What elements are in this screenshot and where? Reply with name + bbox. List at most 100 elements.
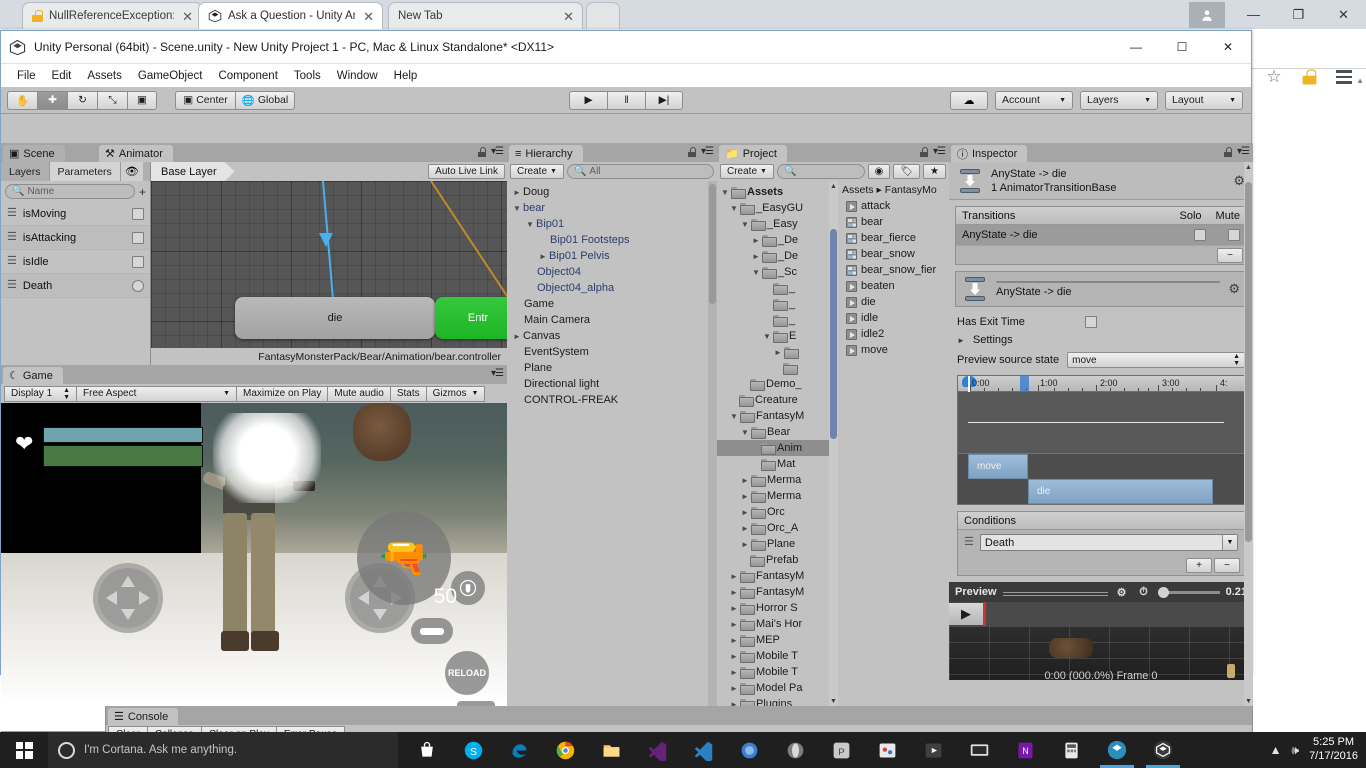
reload-button[interactable]: RELOAD xyxy=(445,651,489,695)
project-tree-row[interactable]: ► MEP xyxy=(717,632,829,648)
game-viewport[interactable]: ❤ RELOAD 🔫 50 xyxy=(1,403,507,706)
chevron-down-icon[interactable]: ▼ xyxy=(511,204,523,213)
hierarchy-item-bip01-pelvis[interactable]: ► Bip01 Pelvis xyxy=(507,248,717,264)
firefox-icon[interactable] xyxy=(726,732,772,768)
lock-icon[interactable] xyxy=(1224,146,1233,157)
add-condition-button[interactable]: + xyxy=(1186,557,1212,573)
project-tree-row[interactable]: ► Plugins xyxy=(717,696,829,706)
screen-icon[interactable] xyxy=(956,732,1002,768)
hierarchy-item-object04-alpha[interactable]: Object04_alpha xyxy=(507,280,717,296)
maximize-on-play-button[interactable]: Maximize on Play xyxy=(236,385,328,402)
avatar-icon[interactable]: ⚙ xyxy=(1114,585,1130,599)
chevron-right-icon[interactable]: ► xyxy=(739,524,751,533)
project-tree-row[interactable]: Demo_ xyxy=(717,376,829,392)
state-node-die[interactable]: die xyxy=(235,297,435,339)
browser-new-tab-button[interactable] xyxy=(586,2,620,29)
project-tree-row[interactable]: ► Plane xyxy=(717,536,829,552)
timeline-ruler[interactable]: 0:00 1:00 2:00 3:00 4: xyxy=(958,376,1244,392)
settings-foldout[interactable]: ► Settings xyxy=(949,331,1253,349)
tab-project[interactable]: 📁 Project xyxy=(719,145,787,162)
project-tree-row[interactable]: ► Orc xyxy=(717,504,829,520)
project-tree-row[interactable]: ► xyxy=(717,344,829,360)
pivot-mode-button[interactable]: ▣ Center xyxy=(175,90,235,110)
pause-button[interactable]: ‖ xyxy=(607,90,645,110)
stats-button[interactable]: Stats xyxy=(389,385,426,402)
tab-parameters[interactable]: Parameters xyxy=(49,162,121,181)
project-asset-list[interactable]: Assets ▸ FantasyMo attack bear bear_fier… xyxy=(838,181,949,706)
layout-dropdown[interactable]: Layout ▼ xyxy=(1165,90,1243,110)
calc-icon[interactable] xyxy=(1048,732,1094,768)
chevron-right-icon[interactable]: ► xyxy=(537,252,549,261)
chevron-right-icon[interactable]: ► xyxy=(739,492,751,501)
play-button[interactable]: ▶ xyxy=(569,90,607,110)
project-tree-row[interactable]: ► _De xyxy=(717,248,829,264)
gizmos-button[interactable]: Gizmos ▼ xyxy=(425,385,486,402)
parameter-row[interactable]: ☰ isMoving xyxy=(1,202,150,226)
parameter-row[interactable]: ☰ isIdle xyxy=(1,250,150,274)
account-dropdown[interactable]: Account ▼ xyxy=(995,90,1073,110)
chevron-right-icon[interactable]: ► xyxy=(728,620,740,629)
asset-item-die[interactable]: die xyxy=(838,294,949,310)
project-tree-row[interactable]: _ xyxy=(717,280,829,296)
tab-scene[interactable]: ▣ Scene xyxy=(3,145,65,162)
project-panel-options[interactable]: ▾☰ xyxy=(920,146,946,157)
menu-component[interactable]: Component xyxy=(210,68,285,84)
paint-icon[interactable] xyxy=(864,732,910,768)
close-icon[interactable]: ✕ xyxy=(561,10,576,23)
avatar[interactable] xyxy=(1189,1,1225,28)
scroll-up-icon[interactable]: ▲ xyxy=(829,181,838,191)
tab-hierarchy[interactable]: ≡ Hierarchy xyxy=(509,145,583,162)
hierarchy-item-object04[interactable]: Object04 xyxy=(507,264,717,280)
step-button[interactable]: ▶| xyxy=(645,90,683,110)
explorer-icon[interactable] xyxy=(588,732,634,768)
transition-timeline[interactable]: 0:00 1:00 2:00 3:00 4: move die xyxy=(957,375,1245,505)
project-tree-row[interactable]: ► Merma xyxy=(717,472,829,488)
menu-window[interactable]: Window xyxy=(329,68,386,84)
lock-icon[interactable] xyxy=(1293,62,1325,92)
star-icon[interactable]: ☆ xyxy=(1258,62,1290,92)
preview-time-marker[interactable] xyxy=(983,602,986,626)
asset-item-bear[interactable]: bear xyxy=(838,214,949,230)
browser-minimize-button[interactable]: — xyxy=(1231,0,1276,29)
hierarchy-item-canvas[interactable]: ► Canvas xyxy=(507,328,717,344)
hierarchy-search-input[interactable]: 🔍 All xyxy=(566,164,714,179)
auto-live-link-button[interactable]: Auto Live Link xyxy=(428,164,505,179)
drag-handle-icon[interactable]: ☰ xyxy=(964,537,974,548)
project-tree-row[interactable]: ▼ _Easy xyxy=(717,216,829,232)
state-graph-canvas[interactable]: die Entr xyxy=(151,181,507,348)
hierarchy-item-plane[interactable]: Plane xyxy=(507,360,717,376)
chevron-down-icon[interactable]: ▼ xyxy=(750,268,762,277)
vs-icon[interactable] xyxy=(634,732,680,768)
parameter-checkbox[interactable] xyxy=(132,255,144,268)
chevron-down-icon[interactable]: ▼ xyxy=(524,220,536,229)
hierarchy-item-directional-light[interactable]: Directional light xyxy=(507,376,717,392)
hierarchy-item-bip01[interactable]: ▼ Bip01 xyxy=(507,216,717,232)
add-parameter-button[interactable]: + xyxy=(139,185,146,199)
remove-condition-button[interactable]: − xyxy=(1214,557,1240,573)
panel-menu-icon[interactable]: ▾☰ xyxy=(933,146,946,157)
browser-tab-2[interactable]: New Tab ✕ xyxy=(388,2,583,29)
tab-inspector[interactable]: ⓘ Inspector xyxy=(951,145,1028,162)
photoshop-icon[interactable]: P xyxy=(818,732,864,768)
tab-console[interactable]: ☰ Console xyxy=(108,708,179,725)
project-tree-scrollbar[interactable]: ▲ ▼ xyxy=(829,181,838,706)
unity-close-button[interactable]: ✕ xyxy=(1205,31,1251,63)
menu-gameobject[interactable]: GameObject xyxy=(130,68,211,84)
transition-name-input[interactable] xyxy=(996,280,1221,283)
chevron-right-icon[interactable]: ► xyxy=(728,588,740,597)
chevron-right-icon[interactable]: ► xyxy=(750,236,762,245)
scale-tool-button[interactable]: ⤡ xyxy=(97,90,127,110)
panel-menu-icon[interactable]: ▾☰ xyxy=(1237,146,1250,157)
drag-handle-icon[interactable]: ☰ xyxy=(7,256,17,267)
chevron-down-icon[interactable]: ▼ xyxy=(1222,535,1237,550)
close-icon[interactable]: ✕ xyxy=(361,10,376,23)
onenote-icon[interactable]: N xyxy=(1002,732,1048,768)
hierarchy-item-doug[interactable]: ► Doug xyxy=(507,184,717,200)
chevron-right-icon[interactable]: ► xyxy=(728,636,740,645)
ammo-swap-button[interactable] xyxy=(411,618,453,644)
project-tree-row[interactable]: ▼ FantasyM xyxy=(717,408,829,424)
pivot-rotation-button[interactable]: 🌐 Global xyxy=(235,90,295,110)
scrollbar-thumb[interactable] xyxy=(1245,182,1252,542)
asset-item-idle[interactable]: idle xyxy=(838,310,949,326)
project-tree-row[interactable]: ▼ Bear xyxy=(717,424,829,440)
